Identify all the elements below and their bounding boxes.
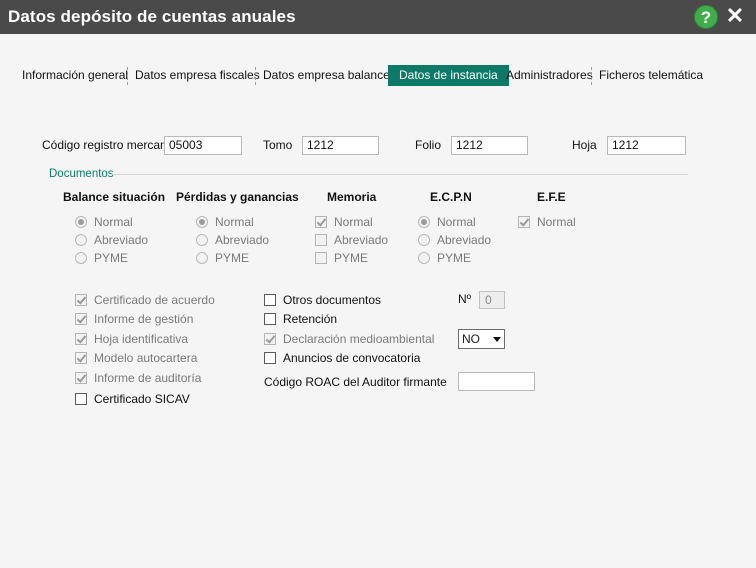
tab-datos-empresa-balances[interactable]: Datos empresa balances: [255, 65, 402, 86]
tomo-label: Tomo: [263, 138, 293, 152]
tomo-input[interactable]: 1212: [302, 136, 379, 155]
checkbox-unchecked: [264, 313, 276, 325]
checkbox-unchecked: [315, 234, 327, 246]
checkbox-checked: [75, 294, 87, 306]
question-icon[interactable]: ?: [694, 5, 718, 29]
checkbox-checked: [315, 216, 327, 228]
tab-administradores[interactable]: Administradores: [500, 65, 599, 86]
radio-unselected: [418, 252, 430, 264]
numero-otros-documentos-input[interactable]: 0: [479, 291, 505, 309]
checkbox-checked: [75, 333, 87, 345]
close-icon[interactable]: ✕: [724, 4, 746, 28]
checkbox-unchecked: [264, 352, 276, 364]
tab-informacion-general[interactable]: Información general: [16, 65, 134, 86]
codigo-registro-label: Código registro mercantil: [42, 138, 176, 152]
radio-selected: [75, 216, 87, 228]
title-bar: Datos depósito de cuentas anuales ? ✕: [0, 0, 756, 34]
radio-unselected: [75, 234, 87, 246]
chevron-down-icon: [493, 337, 501, 342]
balance-situacion-heading: Balance situación: [63, 190, 166, 204]
tab-ficheros-telematica[interactable]: Ficheros telemática: [590, 65, 709, 86]
folio-label: Folio: [415, 138, 442, 152]
codigo-registro-input[interactable]: 05003: [164, 136, 242, 155]
memoria-heading: Memoria: [327, 190, 377, 204]
medioambiental-select[interactable]: NO: [458, 329, 505, 349]
efe-heading: E.F.E: [537, 190, 566, 204]
documentos-section-title: Documentos: [49, 168, 114, 180]
hoja-input[interactable]: 1212: [607, 136, 686, 155]
tab-datos-empresa-fiscales[interactable]: Datos empresa fiscales: [127, 65, 266, 86]
checkbox-unchecked: [315, 252, 327, 264]
radio-selected: [196, 216, 208, 228]
radio-unselected: [418, 234, 430, 246]
radio-unselected: [196, 234, 208, 246]
hoja-label: Hoja: [572, 138, 597, 152]
perdidas-ganancias-heading: Pérdidas y ganancias: [176, 190, 299, 204]
roac-label: Código ROAC del Auditor firmante: [264, 375, 447, 389]
roac-input[interactable]: [458, 372, 535, 391]
tab-datos-de-instancia[interactable]: Datos de instancia: [388, 65, 509, 86]
checkbox-checked: [75, 372, 87, 384]
ecpn-heading: E.C.P.N: [430, 190, 472, 204]
checkbox-checked: [518, 216, 530, 228]
numero-label: Nº: [458, 292, 472, 306]
folio-input[interactable]: 1212: [451, 136, 528, 155]
checkbox-unchecked: [264, 294, 276, 306]
checkbox-checked: [75, 313, 87, 325]
checkbox-checked: [75, 352, 87, 364]
checkbox-checked: [264, 333, 276, 345]
checkbox-unchecked: [75, 393, 87, 405]
radio-selected: [418, 216, 430, 228]
radio-unselected: [196, 252, 208, 264]
section-divider: [111, 174, 688, 175]
radio-unselected: [75, 252, 87, 264]
medioambiental-select-value: NO: [462, 332, 480, 346]
window-title: Datos depósito de cuentas anuales: [8, 7, 296, 26]
